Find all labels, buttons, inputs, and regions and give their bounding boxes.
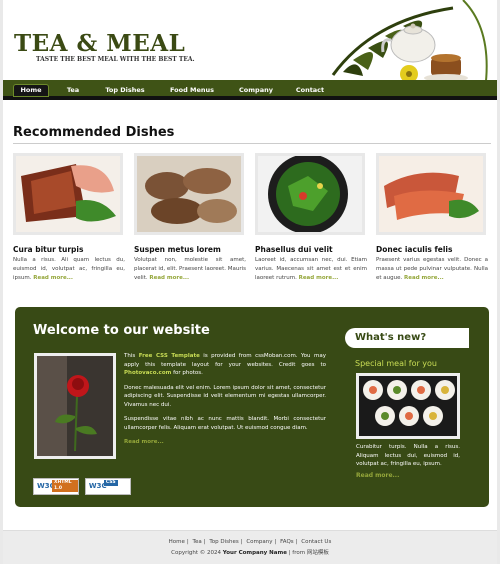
photo-credit-link[interactable]: Photovaco.com <box>124 370 171 376</box>
read-more-link[interactable]: Read more... <box>356 472 399 479</box>
company-name: Your Company Name <box>222 550 287 556</box>
welcome-paragraph: This Free CSS Template is provided from … <box>124 353 326 376</box>
read-more-link[interactable]: Read more... <box>33 275 73 281</box>
nav-item-tea[interactable]: Tea <box>63 84 83 97</box>
site-slogan: TASTE THE BEST MEAL WITH THE BEST TEA. <box>36 56 195 63</box>
footer-link-faqs[interactable]: FAQs <box>280 539 294 545</box>
read-more-link[interactable]: Read more... <box>404 275 444 281</box>
dish-title: Suspen metus lorem <box>134 245 221 254</box>
welcome-panel: Welcome to our website This Free CSS Tem… <box>15 307 489 507</box>
footer-link-tea[interactable]: Tea <box>193 539 202 545</box>
sushi-image <box>356 373 460 439</box>
recommended-title: Recommended Dishes <box>13 125 175 140</box>
dish-title: Cura bitur turpis <box>13 245 84 254</box>
site-footer: Home | Tea | Top Dishes | Company | FAQs | Co… <box>3 530 497 564</box>
special-read-more: Read more... <box>356 472 399 479</box>
nav-item-contact[interactable]: Contact <box>295 84 325 97</box>
xhtml-valid-badge[interactable]: W3C XHTML 1.0 <box>33 478 79 495</box>
dish-text: Nulla a risus. Ali quam lectus du, euism… <box>13 257 125 281</box>
welcome-paragraph: Donec malesuada elit vel enim. Lorem ips… <box>124 384 326 408</box>
site-logo[interactable]: TEA & MEAL <box>14 30 185 57</box>
read-more-link[interactable]: Read more... <box>299 275 339 281</box>
template-link[interactable]: Free CSS Template <box>139 353 200 359</box>
dish-title: Phasellus dui velit <box>255 245 333 254</box>
footer-links: Home | Tea | Top Dishes | Company | FAQs | Co… <box>168 539 332 545</box>
dish-card: Suspen metus lorem Volutpat non, molesti… <box>134 153 246 283</box>
dish-card: Phasellus dui velit Laoreet id, accumsan… <box>255 153 367 283</box>
css-valid-badge[interactable]: W3C CSS <box>84 478 131 495</box>
read-more-link[interactable]: Read more... <box>149 275 189 281</box>
main-nav: Home Tea Top Dishes Food Menus Company C… <box>3 80 497 100</box>
nav-item-company[interactable]: Company <box>236 84 276 97</box>
dish-title: Donec iaculis felis <box>376 245 453 254</box>
dish-text: Praesent varius egestas velit. Donec a m… <box>376 257 488 281</box>
page: TEA & MEAL TASTE THE BEST MEAL WITH THE … <box>3 0 497 564</box>
copyright: Copyright © 2024 Your Company Name | fro… <box>171 550 329 556</box>
dish-image[interactable] <box>255 153 365 235</box>
welcome-title: Welcome to our website <box>33 323 210 338</box>
rose-image <box>34 353 116 459</box>
dish-text: Laoreet id, accumsan nec, dui. Etiam var… <box>255 257 367 281</box>
dish-image[interactable] <box>376 153 486 235</box>
validator-badges: W3C XHTML 1.0 W3C CSS <box>33 478 135 495</box>
nav-item-food-menus[interactable]: Food Menus <box>168 84 216 97</box>
footer-link-home[interactable]: Home <box>169 539 185 545</box>
footer-link-contact[interactable]: Contact Us <box>301 539 331 545</box>
welcome-paragraph: Suspendisse vitae nibh ac nunc mattis bl… <box>124 416 326 431</box>
nav-item-top-dishes[interactable]: Top Dishes <box>103 84 147 97</box>
dish-card: Donec iaculis felis Praesent varius eges… <box>376 153 488 283</box>
special-meal-text: Curabitur turpis. Nulla a risus. Aliquam… <box>356 444 460 467</box>
dish-text: Volutpat non, molestie sit amet, placera… <box>134 257 246 281</box>
special-meal-title: Special meal for you <box>355 359 437 368</box>
dish-card: Cura bitur turpis Nulla a risus. Ali qua… <box>13 153 125 283</box>
dish-image[interactable] <box>134 153 244 235</box>
dish-image[interactable] <box>13 153 123 235</box>
welcome-text: This Free CSS Template is provided from … <box>124 352 326 453</box>
site-header: TEA & MEAL TASTE THE BEST MEAL WITH THE … <box>3 0 497 91</box>
nav-item-home[interactable]: Home <box>13 84 49 97</box>
footer-link-top-dishes[interactable]: Top Dishes <box>209 539 238 545</box>
footer-link-company[interactable]: Company <box>246 539 272 545</box>
divider <box>13 143 491 144</box>
read-more-link[interactable]: Read more... <box>124 439 164 445</box>
whats-new-title: What's new? <box>345 328 469 348</box>
